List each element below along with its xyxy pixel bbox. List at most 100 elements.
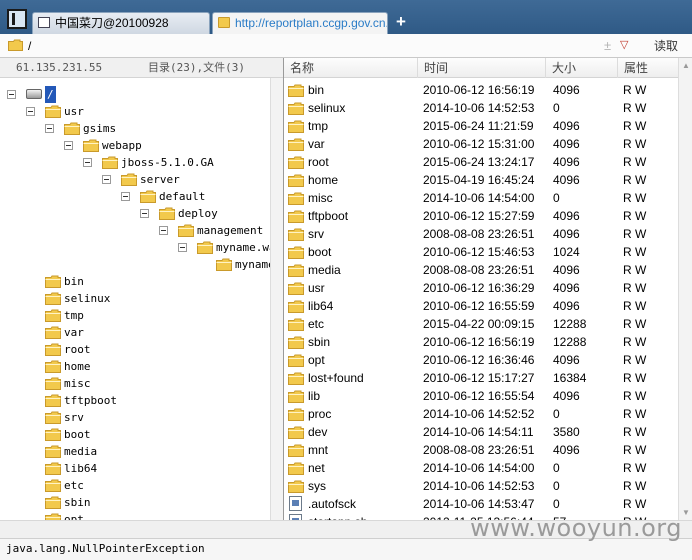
file-time: 2010-06-12 15:46:53: [423, 245, 535, 259]
table-row[interactable]: lib 2010-06-12 16:55:54 4096 R W: [284, 387, 678, 405]
new-tab-button[interactable]: +: [393, 13, 409, 31]
file-name: tftpboot: [308, 209, 349, 223]
collapse-toggle[interactable]: [140, 209, 149, 218]
server-ip: 61.135.231.55: [16, 61, 103, 74]
tree-label: media: [64, 445, 98, 458]
table-row[interactable]: srv 2008-08-08 23:26:51 4096 R W: [284, 225, 678, 243]
tab-label: 中国菜刀@20100928: [55, 16, 169, 30]
folder-icon: [8, 39, 23, 51]
table-row[interactable]: lib64 2010-06-12 16:55:59 4096 R W: [284, 297, 678, 315]
collapse-toggle[interactable]: [26, 107, 35, 116]
tree-scrollbar[interactable]: [270, 78, 283, 520]
folder-icon: [45, 513, 61, 520]
tab-caidao[interactable]: 中国菜刀@20100928: [32, 12, 210, 34]
table-row[interactable]: home 2015-04-19 16:45:24 4096 R W: [284, 171, 678, 189]
file-permissions: R W: [623, 335, 647, 349]
file-time: 2015-04-19 16:45:24: [423, 173, 535, 187]
read-button[interactable]: 读取: [644, 37, 688, 55]
folder-icon: [288, 228, 304, 241]
tab-file-manager[interactable]: http://reportplan.ccgp.gov.cn...: [212, 12, 388, 34]
tree-label: webapp: [102, 139, 142, 152]
table-row[interactable]: dev 2014-10-06 14:54:11 3580 R W: [284, 423, 678, 441]
folder-icon: [288, 318, 304, 331]
collapse-toggle[interactable]: [64, 141, 73, 150]
table-row[interactable]: opt 2010-06-12 16:36:46 4096 R W: [284, 351, 678, 369]
file-size: 4096: [553, 83, 580, 97]
folder-icon: [45, 326, 61, 339]
table-row[interactable]: sys 2014-10-06 14:52:53 0 R W: [284, 477, 678, 495]
file-time: 2014-10-06 14:52:53: [423, 101, 535, 115]
table-row[interactable]: proc 2014-10-06 14:52:52 0 R W: [284, 405, 678, 423]
file-time: 2014-10-06 14:52:52: [423, 407, 535, 421]
table-row[interactable]: net 2014-10-06 14:54:00 0 R W: [284, 459, 678, 477]
collapse-toggle[interactable]: [102, 175, 111, 184]
tree-label: deploy: [178, 207, 218, 220]
table-row[interactable]: selinux 2014-10-06 14:52:53 0 R W: [284, 99, 678, 117]
file-permissions: R W: [623, 443, 647, 457]
folder-icon: [45, 428, 61, 441]
folder-icon: [45, 309, 61, 322]
window-icon: [38, 17, 50, 28]
table-row[interactable]: sbin 2010-06-12 16:56:19 12288 R W: [284, 333, 678, 351]
file-name: net: [308, 461, 325, 475]
tree-label: myname.wa: [216, 241, 276, 254]
file-time: 2015-06-24 11:21:59: [423, 119, 534, 133]
app-logo-icon: [7, 9, 27, 29]
file-size: 16384: [553, 371, 587, 385]
file-name: lib: [308, 389, 321, 403]
folder-icon: [288, 372, 304, 385]
folder-icon: [45, 377, 61, 390]
file-permissions: R W: [623, 263, 647, 277]
folder-icon: [45, 394, 61, 407]
file-permissions: R W: [623, 407, 647, 421]
folder-icon: [178, 224, 194, 237]
table-row[interactable]: bin 2010-06-12 16:56:19 4096 R W: [284, 81, 678, 99]
sort-icon[interactable]: ±: [604, 38, 611, 53]
table-row[interactable]: root 2015-06-24 13:24:17 4096 R W: [284, 153, 678, 171]
path-input[interactable]: [28, 38, 588, 54]
folder-icon: [288, 444, 304, 457]
chevron-down-icon[interactable]: ▽: [620, 38, 628, 51]
file-name: selinux: [308, 101, 346, 115]
file-list-scrollbar[interactable]: [678, 58, 692, 520]
tree-label: bin: [64, 275, 84, 288]
table-row[interactable]: misc 2014-10-06 14:54:00 0 R W: [284, 189, 678, 207]
folder-icon: [45, 105, 61, 118]
table-row[interactable]: mnt 2008-08-08 23:26:51 4096 R W: [284, 441, 678, 459]
collapse-toggle[interactable]: [7, 90, 16, 99]
tree-label: lib64: [64, 462, 98, 475]
file-name: media: [308, 263, 341, 277]
collapse-toggle[interactable]: [83, 158, 92, 167]
file-time: 2010-06-12 16:55:59: [423, 299, 535, 313]
file-list-header: 名称 时间 大小 属性: [284, 58, 692, 78]
table-row[interactable]: tftpboot 2010-06-12 15:27:59 4096 R W: [284, 207, 678, 225]
table-row[interactable]: .autofsck 2014-10-06 14:53:47 0 R W: [284, 495, 678, 513]
folder-icon: [288, 426, 304, 439]
column-header-name[interactable]: 名称: [284, 58, 418, 78]
collapse-toggle[interactable]: [45, 124, 54, 133]
table-row[interactable]: usr 2010-06-12 16:36:29 4096 R W: [284, 279, 678, 297]
column-header-size[interactable]: 大小: [546, 58, 618, 78]
file-time: 2015-06-24 13:24:17: [423, 155, 535, 169]
table-row[interactable]: tmp 2015-06-24 11:21:59 4096 R W: [284, 117, 678, 135]
tree-label: jboss-5.1.0.GA: [121, 156, 214, 169]
table-row[interactable]: media 2008-08-08 23:26:51 4096 R W: [284, 261, 678, 279]
file-permissions: R W: [623, 119, 647, 133]
file-name: lost+found: [308, 371, 364, 385]
collapse-toggle[interactable]: [178, 243, 187, 252]
file-time: 2014-10-06 14:54:00: [423, 191, 535, 205]
file-name: var: [308, 137, 325, 151]
table-row[interactable]: lost+found 2010-06-12 15:17:27 16384 R W: [284, 369, 678, 387]
table-row[interactable]: etc 2015-04-22 00:09:15 12288 R W: [284, 315, 678, 333]
tree-label: default: [159, 190, 206, 203]
collapse-toggle[interactable]: [159, 226, 168, 235]
table-row[interactable]: var 2010-06-12 15:31:00 4096 R W: [284, 135, 678, 153]
column-header-time[interactable]: 时间: [418, 58, 546, 78]
table-row[interactable]: boot 2010-06-12 15:46:53 1024 R W: [284, 243, 678, 261]
folder-icon: [83, 139, 99, 152]
file-name: etc: [308, 317, 325, 331]
collapse-toggle[interactable]: [121, 192, 130, 201]
column-header-permissions[interactable]: 属性: [618, 58, 678, 78]
file-time: 2010-06-12 15:27:59: [423, 209, 535, 223]
folder-icon: [45, 343, 61, 356]
